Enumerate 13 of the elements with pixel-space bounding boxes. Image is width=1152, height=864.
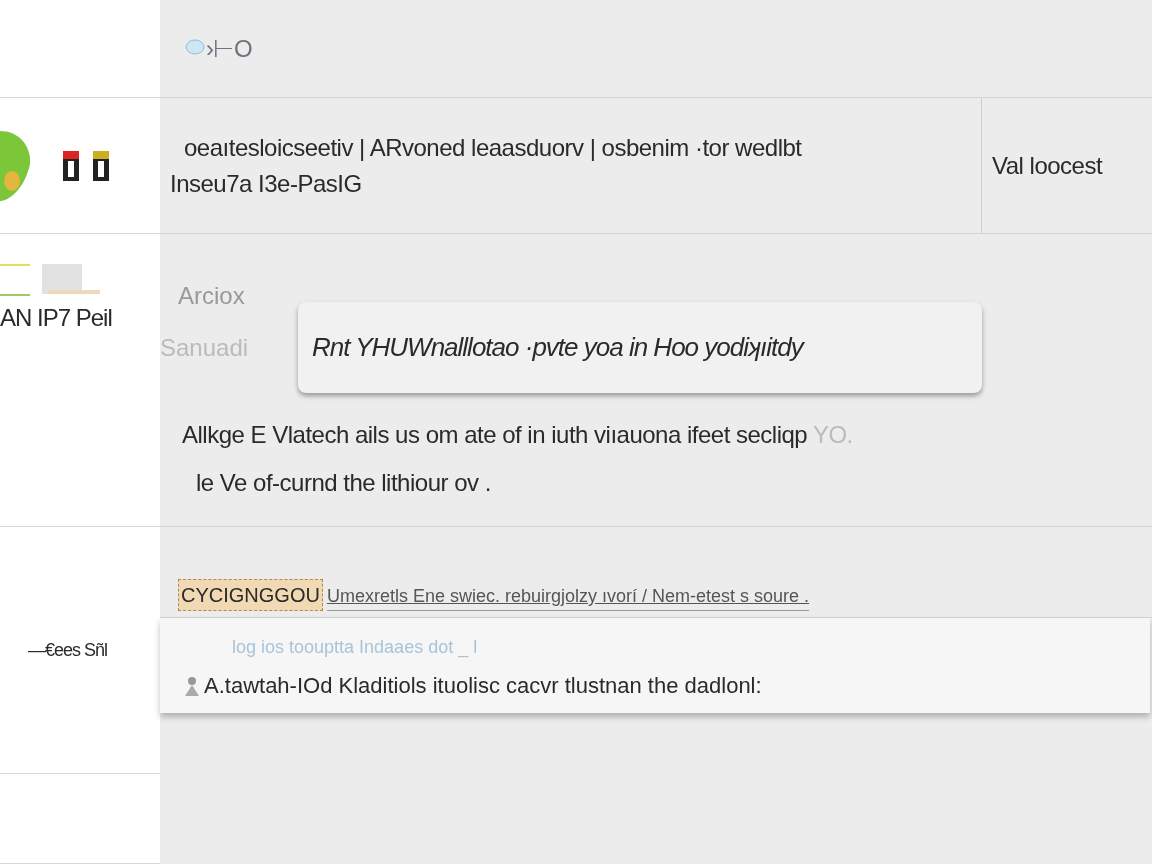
hint-text: log ios toouptta Indaaes dot _ l <box>231 636 479 660</box>
sidebar-label: AN IP7 Peil <box>0 303 112 333</box>
paragraph: le Ve of-curnd the lithiour ov . <box>195 468 492 498</box>
tag-label: CYCIGNGGOU <box>178 579 323 611</box>
link[interactable]: Umexretls Ene swiec. rebuirgjolzy ıvorí / Nem-etest s soure . <box>326 583 810 611</box>
section-label: Arciox <box>177 281 246 311</box>
callout-card: Rnt YHUWnalllotao ·pvte yoa in Hoo yodiʞıitdy <box>298 302 982 393</box>
popup-text: A.tawtah-IOd Kladitiols ituolisc cacvr tlustnan the dadlonl: <box>204 672 762 700</box>
row-text: oeaıtesloicseetiv | ARvoned leaasduorv | osbenim ·tor wedlbt <box>183 132 803 163</box>
sidebar-label: —€ees Sñl <box>28 638 108 662</box>
header-title: ›⊢O <box>206 33 253 64</box>
row-text: Inseu7a I3e-PasIG <box>170 168 363 199</box>
column-text: Val loocest <box>992 150 1103 181</box>
